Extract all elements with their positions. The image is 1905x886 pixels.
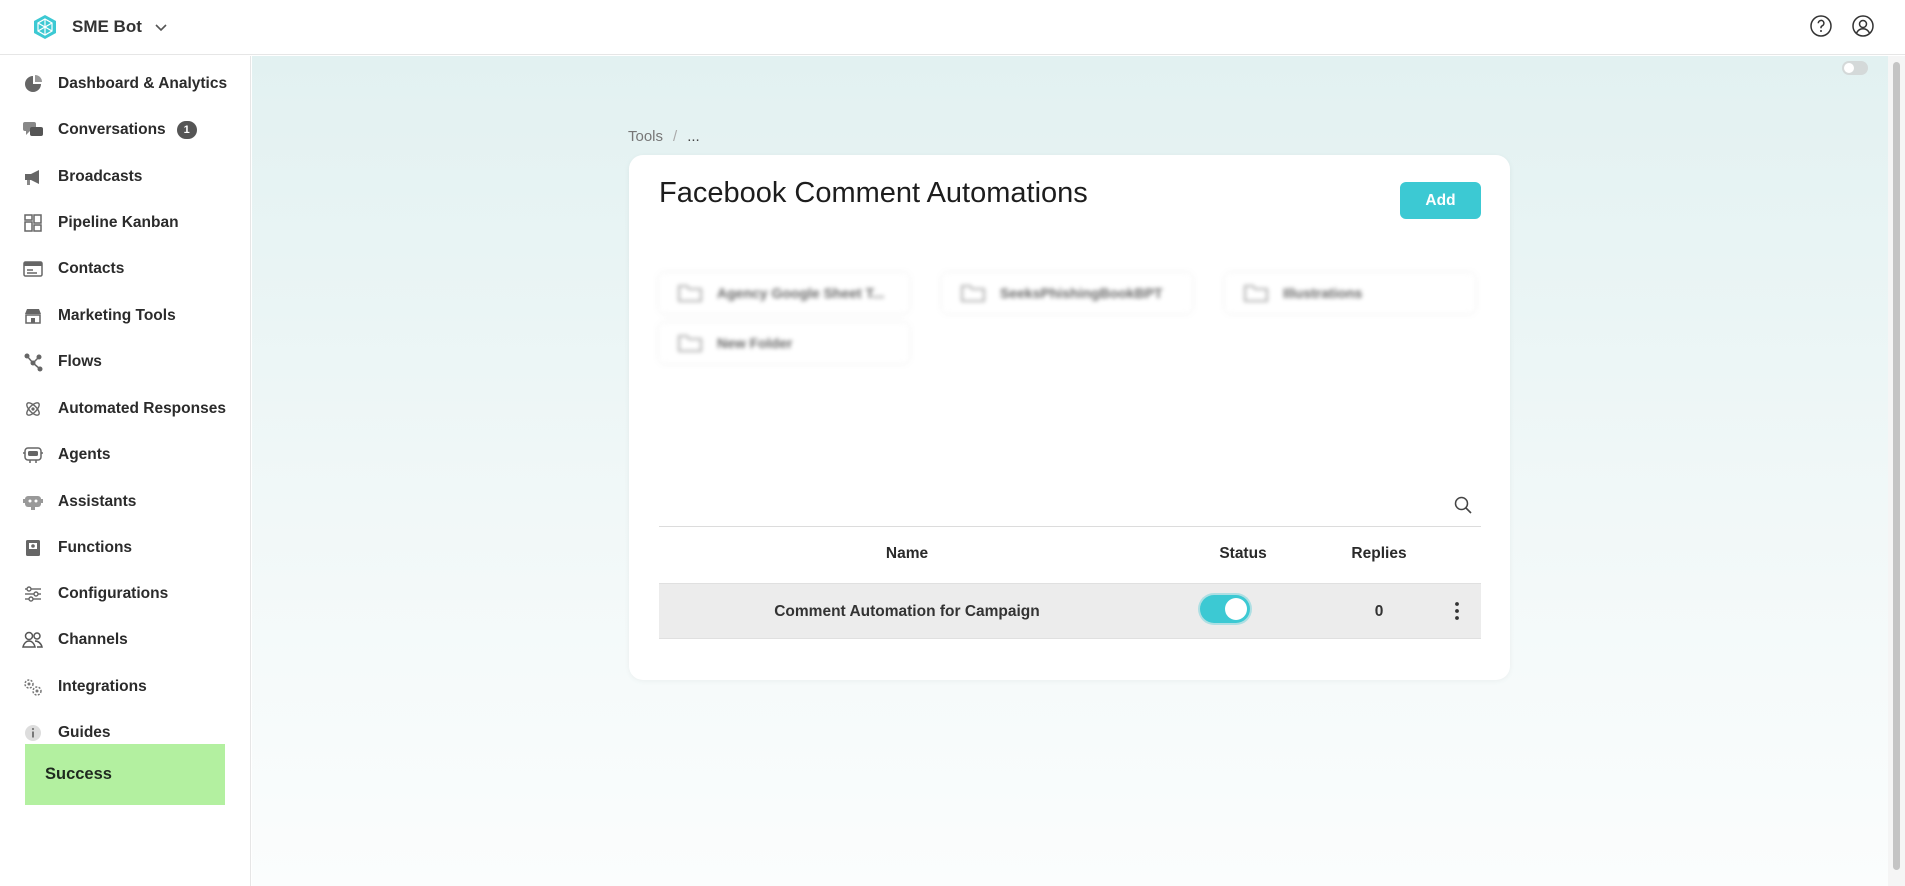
page-title: Facebook Comment Automations	[659, 177, 1088, 209]
users-icon	[22, 629, 44, 651]
sliders-icon	[22, 583, 44, 605]
sidebar-item-label: Contacts	[58, 260, 125, 277]
store-icon	[22, 305, 44, 327]
sidebar-item-label: Dashboard & Analytics	[58, 75, 228, 92]
sidebar-item-label: Flows	[58, 353, 102, 370]
folder-name: SeeksPhishingBookBPT	[1000, 285, 1163, 301]
sidebar-item-label: Functions	[58, 539, 133, 556]
table-row[interactable]: Comment Automation for Campaign 0	[659, 583, 1481, 639]
automation-name[interactable]: Comment Automation for Campaign	[774, 603, 1040, 621]
unread-count-badge: 1	[176, 121, 197, 139]
breadcrumb-current: ...	[687, 128, 700, 145]
scrollbar-thumb[interactable]	[1893, 62, 1900, 870]
help-icon[interactable]	[1809, 14, 1833, 38]
workspace-name: SME Bot	[72, 17, 142, 36]
automations-card: Facebook Comment Automations Add Agency …	[629, 155, 1510, 680]
page-scrollbar[interactable]	[1888, 56, 1905, 886]
flow-nodes-icon	[22, 351, 44, 373]
contact-card-icon	[22, 258, 44, 280]
folder-icon	[961, 285, 985, 302]
chevron-down-icon	[155, 24, 167, 32]
column-header-replies[interactable]: Replies	[1351, 545, 1406, 563]
main-content: Tools / ... Facebook Comment Automations…	[252, 56, 1888, 886]
folder-item[interactable]: Illustrations	[1225, 273, 1475, 313]
kanban-icon	[22, 212, 44, 234]
sidebar-item-integrations[interactable]: Integrations	[22, 670, 147, 704]
table-divider	[659, 526, 1481, 527]
sidebar-item-marketing-tools[interactable]: Marketing Tools	[22, 299, 176, 333]
folder-item[interactable]: SeeksPhishingBookBPT	[942, 273, 1192, 313]
sidebar-item-label: Automated Responses	[58, 400, 226, 417]
success-toast: Success	[25, 744, 225, 805]
sidebar-item-contacts[interactable]: Contacts	[22, 252, 124, 286]
sidebar-item-label: Guides	[58, 724, 111, 741]
breadcrumb: Tools / ...	[628, 128, 700, 145]
folder-icon	[678, 285, 702, 302]
pie-chart-icon	[22, 73, 44, 95]
sidebar-item-pipeline-kanban[interactable]: Pipeline Kanban	[22, 206, 179, 240]
sidebar-item-functions[interactable]: Functions	[22, 531, 132, 565]
sidebar-item-broadcasts[interactable]: Broadcasts	[22, 160, 142, 194]
sidebar-item-conversations[interactable]: Conversations 1	[22, 113, 197, 147]
user-account-icon[interactable]	[1851, 14, 1875, 38]
sidebar-item-assistants[interactable]: Assistants	[22, 485, 136, 519]
sidebar-item-label: Assistants	[58, 493, 137, 510]
sidebar-item-label: Conversations	[58, 121, 166, 138]
chat-bubbles-icon	[22, 119, 44, 141]
megaphone-icon	[22, 166, 44, 188]
brand-logo-icon	[34, 15, 56, 39]
breadcrumb-tools-link[interactable]: Tools	[628, 128, 663, 145]
workspace-switcher[interactable]: SME Bot	[32, 14, 168, 40]
sidebar-item-label: Marketing Tools	[58, 307, 176, 324]
sidebar-item-label: Configurations	[58, 585, 169, 602]
sidebar-item-label: Channels	[58, 631, 128, 648]
folder-name: New Folder	[717, 335, 793, 351]
folder-name: Illustrations	[1283, 285, 1363, 301]
sidebar-item-label: Broadcasts	[58, 168, 143, 185]
sidebar-item-label: Agents	[58, 446, 111, 463]
sidebar-item-label: Integrations	[58, 678, 147, 695]
folder-item[interactable]: New Folder	[659, 323, 909, 363]
sidebar-item-channels[interactable]: Channels	[22, 623, 128, 657]
sidebar-item-agents[interactable]: Agents	[22, 438, 111, 472]
agent-icon	[22, 444, 44, 466]
breadcrumb-separator: /	[673, 128, 678, 145]
function-book-icon	[22, 537, 44, 559]
atom-icon	[22, 398, 44, 420]
add-button[interactable]: Add	[1400, 182, 1481, 219]
folder-icon	[1244, 285, 1268, 302]
search-icon[interactable]	[1453, 495, 1473, 515]
status-toggle-knob	[1225, 598, 1247, 620]
more-options-icon[interactable]	[1449, 599, 1465, 623]
status-toggle[interactable]	[1200, 595, 1250, 623]
folder-item[interactable]: Agency Google Sheet T...	[659, 273, 909, 313]
info-icon	[22, 722, 44, 744]
replies-count: 0	[1374, 603, 1384, 620]
sidebar-item-configurations[interactable]: Configurations	[22, 577, 168, 611]
folder-icon	[678, 335, 702, 352]
column-header-name[interactable]: Name	[886, 545, 928, 563]
folder-name: Agency Google Sheet T...	[717, 285, 885, 301]
gears-icon	[22, 676, 44, 698]
top-bar: SME Bot	[0, 0, 1905, 55]
column-header-status[interactable]: Status	[1219, 545, 1266, 563]
sidebar-item-automated-responses[interactable]: Automated Responses	[22, 392, 226, 426]
sidebar-item-dashboard-analytics[interactable]: Dashboard & Analytics	[22, 67, 227, 101]
robot-icon	[22, 491, 44, 513]
theme-toggle[interactable]	[1842, 61, 1868, 75]
sidebar-item-label: Pipeline Kanban	[58, 214, 179, 231]
sidebar-item-flows[interactable]: Flows	[22, 345, 102, 379]
